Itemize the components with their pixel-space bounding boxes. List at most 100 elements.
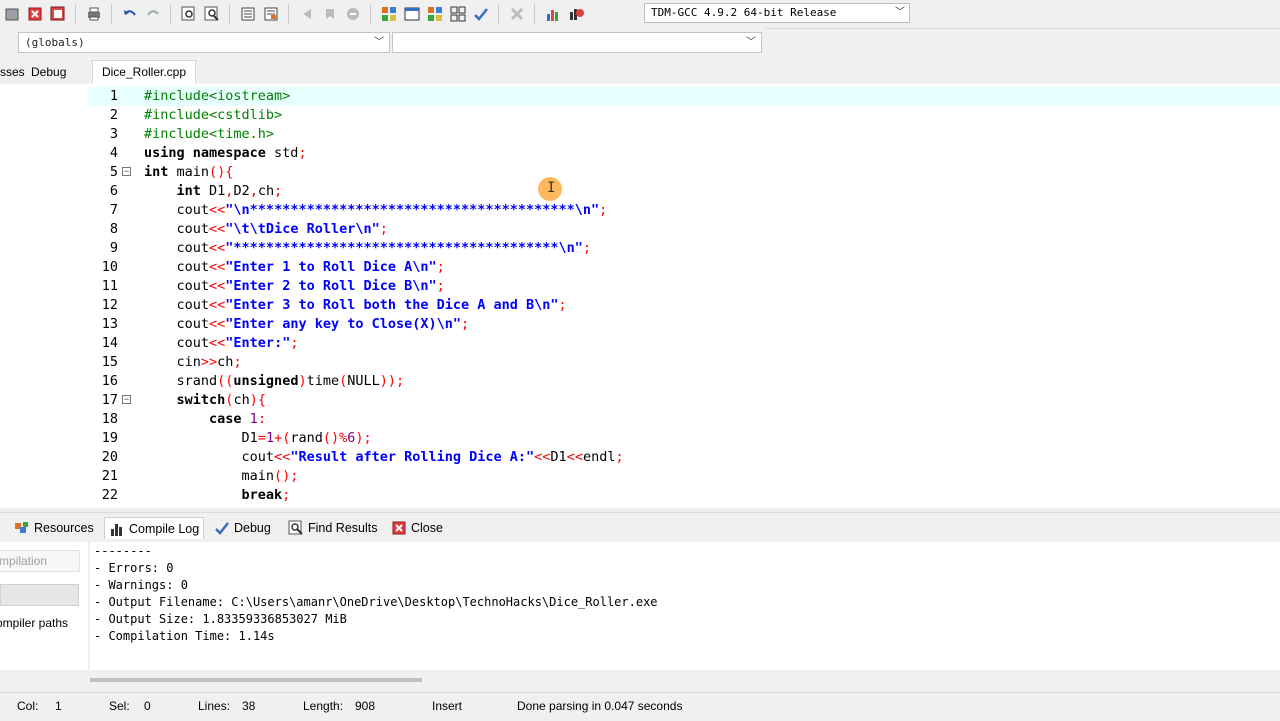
- rebuild-icon[interactable]: [449, 5, 467, 23]
- code-token: srand: [144, 373, 218, 389]
- new-icon[interactable]: [3, 5, 21, 23]
- print-icon[interactable]: [85, 5, 103, 23]
- tab-debug[interactable]: Debug: [214, 517, 271, 539]
- code-token: ch: [257, 183, 275, 199]
- tab-find-results[interactable]: Find Results: [288, 517, 377, 539]
- close-icon: [391, 520, 407, 536]
- stop-icon[interactable]: [508, 5, 526, 23]
- fold-toggle-icon[interactable]: −: [122, 167, 131, 176]
- replace-icon[interactable]: [203, 5, 221, 23]
- find-icon[interactable]: [180, 5, 198, 23]
- fold-toggle-icon[interactable]: −: [122, 395, 131, 404]
- line-number: 21: [101, 468, 118, 484]
- bookmark-fwd-icon[interactable]: [321, 5, 339, 23]
- code-line[interactable]: 1 #include<iostream>: [88, 87, 1280, 106]
- code-token: >>: [200, 354, 218, 370]
- code-token: NULL: [347, 373, 380, 389]
- code-token: 1: [265, 430, 275, 446]
- scrollbar-thumb[interactable]: [90, 678, 422, 682]
- code-line[interactable]: 5− int main(){: [88, 163, 1280, 182]
- tab-find-results-label: Find Results: [308, 521, 378, 535]
- compile-icon[interactable]: [380, 5, 398, 23]
- code-line[interactable]: 10 cout<<"Enter 1 to Roll Dice A\n";: [88, 258, 1280, 277]
- code-token: =: [257, 430, 266, 446]
- code-line[interactable]: 7 cout<<"\n*****************************…: [88, 201, 1280, 220]
- code-line[interactable]: 18 case 1:: [88, 410, 1280, 429]
- code-text: cout<<"Result after Rolling Dice A:"<<D1…: [144, 448, 624, 467]
- code-line[interactable]: 21 main();: [88, 467, 1280, 486]
- abort-compilation-button[interactable]: mpilation: [0, 550, 80, 572]
- code-text: using namespace std;: [144, 144, 307, 163]
- status-bar: Col: 1 Sel: 0 Lines: 38 Length: 908 Inse…: [0, 692, 1280, 721]
- log-horizontal-scrollbar[interactable]: [90, 674, 1280, 686]
- code-line[interactable]: 16 srand((unsigned)time(NULL));: [88, 372, 1280, 391]
- toolbar-separator: [288, 4, 289, 24]
- redo-icon[interactable]: [144, 5, 162, 23]
- syntax-check-icon[interactable]: [472, 5, 490, 23]
- debug-icon[interactable]: [567, 5, 585, 23]
- unindent-icon[interactable]: [262, 5, 280, 23]
- code-token: int: [176, 183, 210, 199]
- code-token: D2: [233, 183, 250, 199]
- compiler-select[interactable]: TDM-GCC 4.9.2 64-bit Release ﹀: [644, 3, 910, 23]
- code-token: <<: [209, 335, 226, 351]
- code-token: "Enter 1 to Roll Dice A\n": [225, 259, 437, 275]
- undo-icon[interactable]: [121, 5, 139, 23]
- code-line[interactable]: 11 cout<<"Enter 2 to Roll Dice B\n";: [88, 277, 1280, 296]
- file-tab[interactable]: Dice_Roller.cpp: [92, 60, 196, 84]
- code-text: int main(){: [144, 163, 233, 182]
- code-token: ;: [558, 297, 567, 313]
- code-token: D1: [209, 183, 226, 199]
- code-line[interactable]: 6 int D1,D2,ch;: [88, 182, 1280, 201]
- chart-icon[interactable]: [544, 5, 562, 23]
- indent-icon[interactable]: [239, 5, 257, 23]
- tab-resources[interactable]: Resources: [14, 517, 94, 539]
- bottom-tabs: Resources Compile Log Debug Find Results…: [0, 512, 1280, 543]
- close-all-icon[interactable]: [49, 5, 67, 23]
- code-editor[interactable]: 1 #include<iostream> 2 #include<cstdlib> 3 #i…: [88, 84, 1280, 508]
- code-line[interactable]: 14 cout<<"Enter:";: [88, 334, 1280, 353]
- code-line[interactable]: 13 cout<<"Enter any key to Close(X)\n";: [88, 315, 1280, 334]
- code-text: main();: [144, 467, 299, 486]
- tab-compile-log[interactable]: Compile Log: [104, 517, 205, 539]
- code-line[interactable]: 3 #include<time.h>: [88, 125, 1280, 144]
- code-token: ();: [274, 468, 299, 484]
- main-toolbar: TDM-GCC 4.9.2 64-bit Release ﹀: [0, 0, 1280, 29]
- tab-classes[interactable]: sses: [0, 62, 25, 82]
- line-number: 14: [101, 335, 118, 351]
- code-token: <<: [209, 240, 226, 256]
- tab-close[interactable]: Close: [391, 517, 443, 539]
- goto-icon[interactable]: [344, 5, 362, 23]
- code-line[interactable]: 9 cout<<"*******************************…: [88, 239, 1280, 258]
- tab-debug-left[interactable]: Debug: [31, 62, 66, 82]
- run-icon[interactable]: [403, 5, 421, 23]
- code-token: ;: [615, 449, 624, 465]
- code-line[interactable]: 12 cout<<"Enter 3 to Roll both the Dice …: [88, 296, 1280, 315]
- code-line[interactable]: 20 cout<<"Result after Rolling Dice A:"<…: [88, 448, 1280, 467]
- scope-select[interactable]: (globals) ﹀: [18, 32, 390, 53]
- line-number: 3: [109, 126, 118, 142]
- code-token: break: [241, 487, 283, 503]
- code-token: ;: [582, 240, 592, 256]
- compile-progress-bar: [0, 584, 79, 606]
- close-file-icon[interactable]: [26, 5, 44, 23]
- code-token: #include<cstdlib>: [144, 107, 283, 123]
- code-line[interactable]: 19 D1=1+(rand()%6);: [88, 429, 1280, 448]
- compile-run-icon[interactable]: [426, 5, 444, 23]
- code-line[interactable]: 2 #include<cstdlib>: [88, 106, 1280, 125]
- code-token: using namespace: [144, 145, 275, 161]
- code-line[interactable]: 17− switch(ch){: [88, 391, 1280, 410]
- compile-log-output[interactable]: -------- - Errors: 0 - Warnings: 0 - Output…: [90, 542, 1280, 670]
- bookmark-back-icon[interactable]: [298, 5, 316, 23]
- line-number: 16: [101, 373, 118, 389]
- shorten-compiler-paths-checkbox[interactable]: ompiler paths: [0, 616, 68, 630]
- code-line[interactable]: 8 cout<<"\t\tDice Roller\n";: [88, 220, 1280, 239]
- code-line[interactable]: 4 using namespace std;: [88, 144, 1280, 163]
- code-line[interactable]: 15 cin>>ch;: [88, 353, 1280, 372]
- function-select[interactable]: ﹀: [392, 32, 762, 53]
- status-sel-value: 0: [144, 699, 151, 713]
- code-token: <<: [209, 221, 226, 237]
- code-line[interactable]: 22 break;: [88, 486, 1280, 505]
